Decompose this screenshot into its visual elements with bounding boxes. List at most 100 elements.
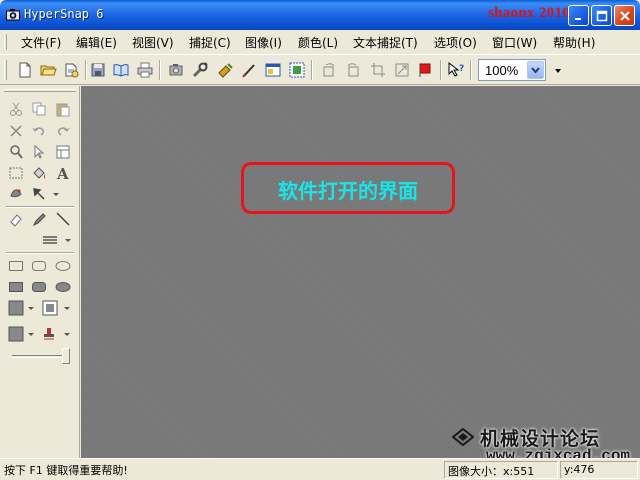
tools-icon[interactable] <box>191 61 209 79</box>
image-canvas[interactable] <box>81 86 640 458</box>
image-height-label: y: <box>564 463 574 476</box>
main-toolbar: ? 100% <box>0 54 640 85</box>
pen-icon[interactable] <box>240 61 258 79</box>
toolbar-separator <box>85 60 87 80</box>
toolbar-grip[interactable] <box>4 60 7 80</box>
status-hint: 按下 F1 键取得重要帮助! <box>4 464 128 477</box>
image-width-pane: 图像大小：x:551 <box>444 461 558 479</box>
flip-icon[interactable] <box>344 61 362 79</box>
zoom-icon[interactable] <box>8 144 24 160</box>
crop-icon[interactable] <box>369 61 387 79</box>
rotate-icon[interactable] <box>320 61 338 79</box>
window-icon[interactable] <box>55 144 71 160</box>
chevron-down-icon[interactable] <box>52 186 68 202</box>
stamp-tool-icon[interactable] <box>42 326 72 342</box>
rect-icon[interactable] <box>8 258 24 274</box>
menu-options[interactable]: 选项(O) <box>434 34 477 51</box>
minimize-button[interactable] <box>568 5 589 26</box>
menu-color[interactable]: 颜色(L) <box>298 34 338 51</box>
fill-icon[interactable] <box>31 165 47 181</box>
eraser-icon[interactable] <box>8 211 24 227</box>
book-icon[interactable] <box>112 61 130 79</box>
arrow-icon[interactable] <box>31 186 47 202</box>
filled-rect-icon[interactable] <box>8 279 24 295</box>
menu-help[interactable]: 帮助(H) <box>553 34 595 51</box>
resize-icon[interactable] <box>393 61 411 79</box>
fg-color-icon[interactable] <box>8 300 36 316</box>
palette-grip[interactable] <box>4 89 76 92</box>
forum-logo-icon <box>451 427 475 447</box>
color-swatch-icon[interactable] <box>8 326 38 342</box>
width-slider-track[interactable] <box>12 355 68 358</box>
select-icon[interactable] <box>31 144 47 160</box>
text-icon[interactable]: A <box>55 165 71 183</box>
new-icon[interactable] <box>16 61 34 79</box>
close-button[interactable] <box>614 5 635 26</box>
minimize-icon <box>575 18 581 20</box>
line-style-icon[interactable] <box>41 232 71 248</box>
help-pointer-icon[interactable]: ? <box>447 61 465 79</box>
title-bar: HyperSnap 6 shaonx 2010-1-16 <box>0 0 640 30</box>
redo-icon[interactable] <box>55 123 71 139</box>
status-bar: 按下 F1 键取得重要帮助! 图像大小：x:551 y:476 <box>0 458 640 480</box>
close-icon <box>620 11 630 21</box>
svg-text:A: A <box>56 165 69 181</box>
open-icon[interactable] <box>39 61 57 79</box>
filled-ellipse-icon[interactable] <box>55 279 71 295</box>
palette-separator <box>6 206 74 208</box>
maximize-button[interactable] <box>591 5 612 26</box>
toolbar-separator <box>159 60 161 80</box>
image-width-value: 551 <box>513 465 535 478</box>
toolbar-overflow-chevron-icon[interactable] <box>555 69 561 73</box>
image-height-value: 476 <box>573 463 595 476</box>
svg-text:?: ? <box>459 64 464 74</box>
chevron-down-icon <box>531 67 540 74</box>
ellipse-icon[interactable] <box>55 258 71 274</box>
menu-image[interactable]: 图像(I) <box>245 34 282 51</box>
camera-app-icon <box>6 8 20 21</box>
menu-view[interactable]: 视图(V) <box>132 34 174 51</box>
save-icon[interactable] <box>89 61 107 79</box>
paste-icon[interactable] <box>55 101 71 117</box>
zoom-value: 100% <box>485 63 519 78</box>
width-slider-icon[interactable] <box>62 348 70 364</box>
tool-palette: A <box>0 86 80 458</box>
menu-text-capture[interactable]: 文本捕捉(T) <box>353 34 418 51</box>
pencil-icon[interactable] <box>31 211 47 227</box>
annotation-callout: 软件打开的界面 <box>241 162 455 214</box>
flag-icon[interactable] <box>417 61 435 79</box>
toolbar-separator <box>311 60 313 80</box>
cut-icon[interactable] <box>8 101 24 117</box>
menu-bar: 文件(F) 编辑(E) 视图(V) 捕捉(C) 图像(I) 颜色(L) 文本捕捉… <box>0 30 640 54</box>
menu-window[interactable]: 窗口(W) <box>492 34 537 51</box>
maximize-icon <box>596 10 608 22</box>
undo-icon[interactable] <box>31 123 47 139</box>
print-icon[interactable] <box>136 61 154 79</box>
bg-color-icon[interactable] <box>42 300 72 316</box>
menubar-grip[interactable] <box>4 34 7 50</box>
annotation-text: 软件打开的界面 <box>278 179 418 203</box>
capture-full-icon[interactable] <box>288 61 306 79</box>
paint-icon[interactable] <box>216 61 234 79</box>
open-folder-icon[interactable] <box>63 61 81 79</box>
toolbar-separator <box>470 60 472 80</box>
menu-edit[interactable]: 编辑(E) <box>76 34 117 51</box>
menu-file[interactable]: 文件(F) <box>21 34 61 51</box>
rect-select-icon[interactable] <box>8 165 24 181</box>
image-height-pane: y:476 <box>560 461 638 479</box>
image-size-label: 图像大小：x: <box>448 465 514 478</box>
palette-separator <box>6 252 74 254</box>
toolbar-separator <box>440 60 442 80</box>
menu-capture[interactable]: 捕捉(C) <box>189 34 231 51</box>
window-title: HyperSnap 6 <box>24 7 104 21</box>
zoom-select[interactable]: 100% <box>478 59 546 81</box>
zoom-dropdown-button[interactable] <box>527 61 544 79</box>
line-icon[interactable] <box>55 211 71 227</box>
delete-icon[interactable] <box>8 123 24 139</box>
rounded-rect-icon[interactable] <box>31 258 47 274</box>
filled-rounded-rect-icon[interactable] <box>31 279 47 295</box>
copy-icon[interactable] <box>31 101 47 117</box>
capture-window-icon[interactable] <box>264 61 282 79</box>
stamp-icon[interactable] <box>8 186 24 202</box>
capture-region-icon[interactable] <box>167 61 185 79</box>
